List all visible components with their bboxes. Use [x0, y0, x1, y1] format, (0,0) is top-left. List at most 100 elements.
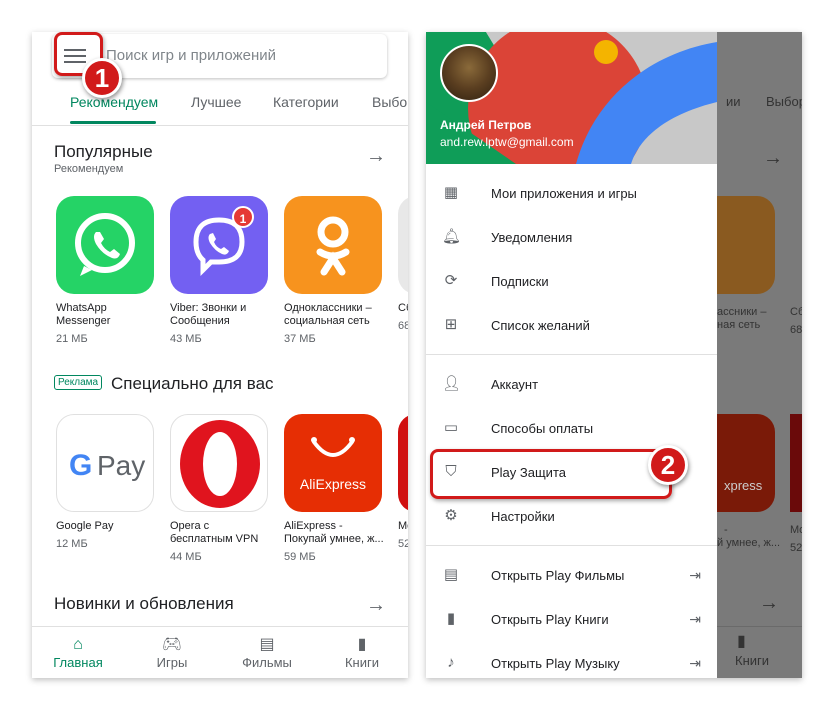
app-card-odnoklassniki[interactable]: Одноклассники – социальная сеть 37 МБ	[284, 196, 384, 345]
tab-categories[interactable]: Категории	[273, 94, 339, 110]
ghost-text: xpress	[724, 478, 763, 493]
arrow-right-icon[interactable]: →	[366, 145, 386, 168]
ghost-text: ассники –	[717, 306, 767, 318]
ghost-text: Выбор	[766, 94, 802, 109]
play-store-home-screen: Поиск игр и приложений Рекомендуем Лучше…	[32, 32, 408, 678]
menu-item-subscriptions[interactable]: ⟳ Подписки	[426, 260, 717, 304]
tab-editors-choice[interactable]: Выбор	[372, 94, 408, 110]
bell-icon: 🔔︎	[442, 228, 462, 245]
film-icon: ▤	[443, 566, 459, 583]
book-icon: ▮	[446, 610, 456, 627]
person-icon: 👤︎	[442, 375, 462, 392]
step-2-badge: 2	[648, 445, 688, 485]
app-name: Mo...	[398, 520, 408, 532]
nav-books[interactable]: ▮ Книги	[322, 635, 402, 670]
menu-item-payment-methods[interactable]: ▭ Способы оплаты	[426, 407, 717, 451]
ghost-text: ии	[726, 94, 741, 109]
whatsapp-icon	[56, 196, 154, 294]
menu-item-notifications[interactable]: 🔔︎ Уведомления	[426, 216, 717, 260]
menu-item-label: Подписки	[491, 274, 549, 289]
google-pay-icon: G Pay	[56, 414, 154, 512]
nav-label: Фильмы	[242, 655, 292, 670]
app-name: AliExpress - Покупай умнее, ж...	[284, 520, 384, 545]
notification-badge: 1	[232, 206, 254, 228]
bottom-navigation: ⌂ Главная 🎮︎ Игры ▤ Фильмы ▮ Книги	[32, 626, 408, 678]
menu-item-label: Настройки	[491, 509, 555, 524]
open-external-icon: ⇥	[689, 567, 701, 583]
menu-item-settings[interactable]: ⚙ Настройки	[426, 495, 717, 539]
menu-item-wishlist[interactable]: ⊞ Список желаний	[426, 304, 717, 348]
arrow-right-icon[interactable]: →	[366, 594, 386, 617]
film-icon: ▤	[259, 636, 275, 653]
app-size: 37 МБ	[284, 333, 316, 345]
gamepad-icon: 🎮︎	[161, 636, 183, 653]
ghost-text: 68	[790, 324, 802, 336]
app-name: Opera с бесплатным VPN	[170, 520, 259, 545]
nav-games[interactable]: 🎮︎ Игры	[132, 635, 212, 670]
menu-item-account[interactable]: 👤︎ Аккаунт	[426, 363, 717, 407]
play-store-drawer-screen: ии Выбор → ассники – ная сеть Сб 68 xpre…	[426, 32, 802, 678]
app-size: 68	[398, 320, 408, 332]
ad-badge: Реклама	[54, 375, 103, 390]
app-card-google-pay[interactable]: G Pay Google Pay 12 МБ	[56, 414, 156, 550]
divider	[426, 354, 717, 355]
app-name: WhatsApp Messenger	[56, 302, 111, 327]
ghost-text: -	[724, 524, 728, 536]
section-title-popular: Популярные	[54, 142, 153, 161]
app-size: 44 МБ	[170, 551, 202, 563]
step-1-badge: 1	[82, 58, 122, 98]
nav-movies[interactable]: ▤ Фильмы	[227, 635, 307, 670]
menu-item-label: Мои приложения и игры	[491, 186, 637, 201]
tab-recommended[interactable]: Рекомендуем	[70, 94, 158, 110]
aliexpress-logo-text: AliExpress	[299, 476, 367, 492]
app-size: 21 МБ	[56, 333, 88, 345]
menu-item-open-play-movies[interactable]: ▤ Открыть Play Фильмы ⇥	[426, 554, 717, 598]
opera-icon	[170, 414, 268, 512]
nav-home[interactable]: ⌂ Главная	[38, 635, 118, 670]
grid-icon: ▦	[443, 184, 459, 201]
app-name: Одноклассники – социальная сеть	[284, 302, 372, 327]
ghost-text: й умнее, ж...	[717, 537, 781, 549]
ghost-text: 52	[790, 542, 802, 554]
app-card-partial[interactable]: Mo... 52	[398, 414, 408, 550]
bookmark-plus-icon: ⊞	[444, 316, 458, 333]
app-size: 52	[398, 538, 408, 550]
app-name: Viber: Звонки и Сообщения	[170, 302, 247, 327]
app-card-opera[interactable]: Opera с бесплатным VPN 44 МБ	[170, 414, 270, 563]
user-email: and.rew.lptw@gmail.com	[440, 135, 574, 149]
refresh-icon: ⟳	[444, 272, 458, 289]
odnoklassniki-icon	[284, 196, 382, 294]
arrow-right-icon: →	[759, 592, 779, 614]
viber-icon	[170, 196, 268, 294]
ghost-app-icon	[717, 196, 775, 294]
app-card-partial[interactable]: Сб... 68	[398, 196, 408, 332]
home-icon: ⌂	[73, 636, 83, 653]
tab-top[interactable]: Лучшее	[191, 94, 241, 110]
app-card-viber[interactable]: 1 Viber: Звонки и Сообщения 43 МБ	[170, 196, 270, 345]
active-tab-indicator	[70, 121, 156, 124]
menu-item-label: Уведомления	[491, 230, 573, 245]
gear-icon: ⚙	[444, 507, 458, 524]
menu-item-open-play-books[interactable]: ▮ Открыть Play Книги ⇥	[426, 598, 717, 642]
svg-text:G: G	[69, 449, 92, 482]
app-name: Сб...	[398, 302, 408, 314]
app-size: 12 МБ	[56, 538, 88, 550]
app-icon	[398, 414, 408, 512]
app-size: 59 МБ	[284, 551, 316, 563]
avatar[interactable]	[440, 44, 498, 102]
ghost-bottom-nav: ▮ Книги	[717, 626, 802, 678]
menu-item-label: Аккаунт	[491, 377, 539, 392]
ghost-text: Mo	[790, 524, 802, 536]
app-size: 43 МБ	[170, 333, 202, 345]
nav-label: Главная	[53, 655, 103, 670]
ghost-app-icon	[717, 414, 775, 512]
nav-label: Книги	[344, 655, 380, 670]
menu-item-label: Открыть Play Фильмы	[491, 568, 625, 583]
menu-item-open-play-music[interactable]: ♪ Открыть Play Музыку ⇥	[426, 642, 717, 678]
credit-card-icon: ▭	[443, 419, 459, 436]
section-title-new-updates: Новинки и обновления	[54, 594, 234, 613]
app-card-whatsapp[interactable]: WhatsApp Messenger 21 МБ	[56, 196, 156, 345]
menu-item-my-apps[interactable]: ▦ Мои приложения и игры	[426, 172, 717, 216]
search-input[interactable]: Поиск игр и приложений	[106, 47, 276, 64]
app-card-aliexpress[interactable]: AliExpress AliExpress - Покупай умнее, ж…	[284, 414, 384, 563]
